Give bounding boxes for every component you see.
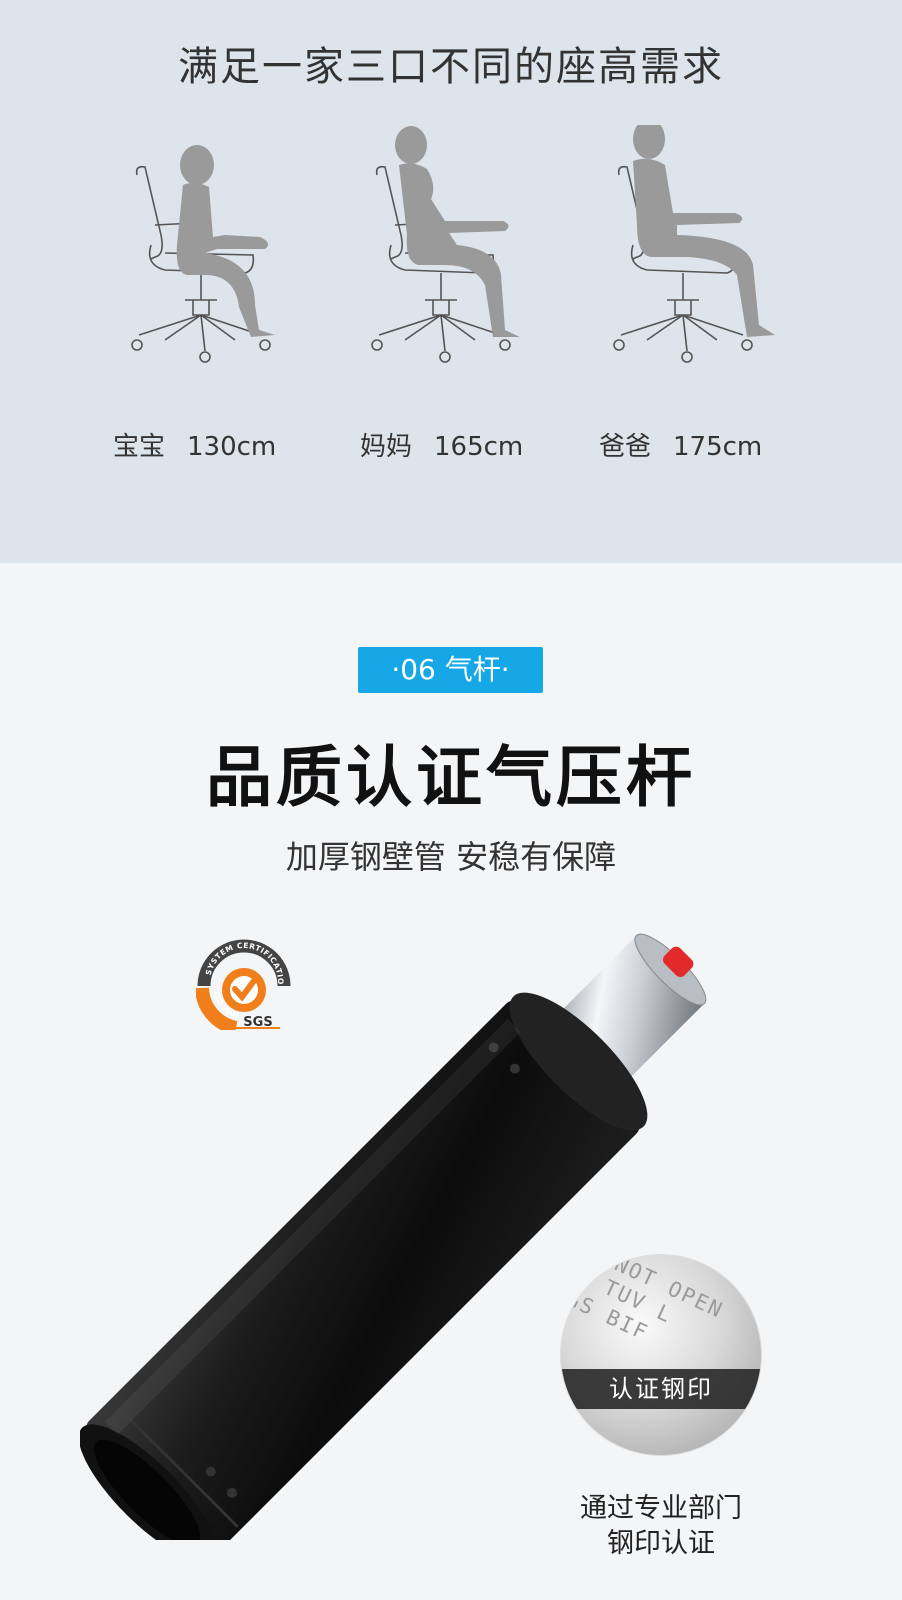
product-title: 品质认证气压杆 (206, 739, 696, 816)
section-tag: ·06 气杆· (358, 647, 543, 693)
certification-note-line2: 钢印认证 (607, 1528, 715, 1559)
section-title: 满足一家三口不同的座高需求 (178, 44, 724, 90)
stamp-caption: 认证钢印 (561, 1369, 761, 1409)
father-seated-figure (613, 125, 775, 363)
product-subtitle: 加厚钢壁管 安稳有保障 (285, 838, 617, 876)
mother-height-label: 妈妈 165cm (360, 432, 524, 462)
mother-seated-figure (371, 126, 520, 363)
child-seated-figure (131, 145, 275, 363)
certification-note-line1: 通过专业部门 (580, 1493, 742, 1524)
child-height-label: 宝宝 130cm (113, 432, 277, 462)
father-height-label: 爸爸 175cm (599, 432, 763, 462)
steel-stamp-closeup: DO NOT OPEN 64 TUV L SGS BIF 认证钢印 (561, 1255, 761, 1455)
